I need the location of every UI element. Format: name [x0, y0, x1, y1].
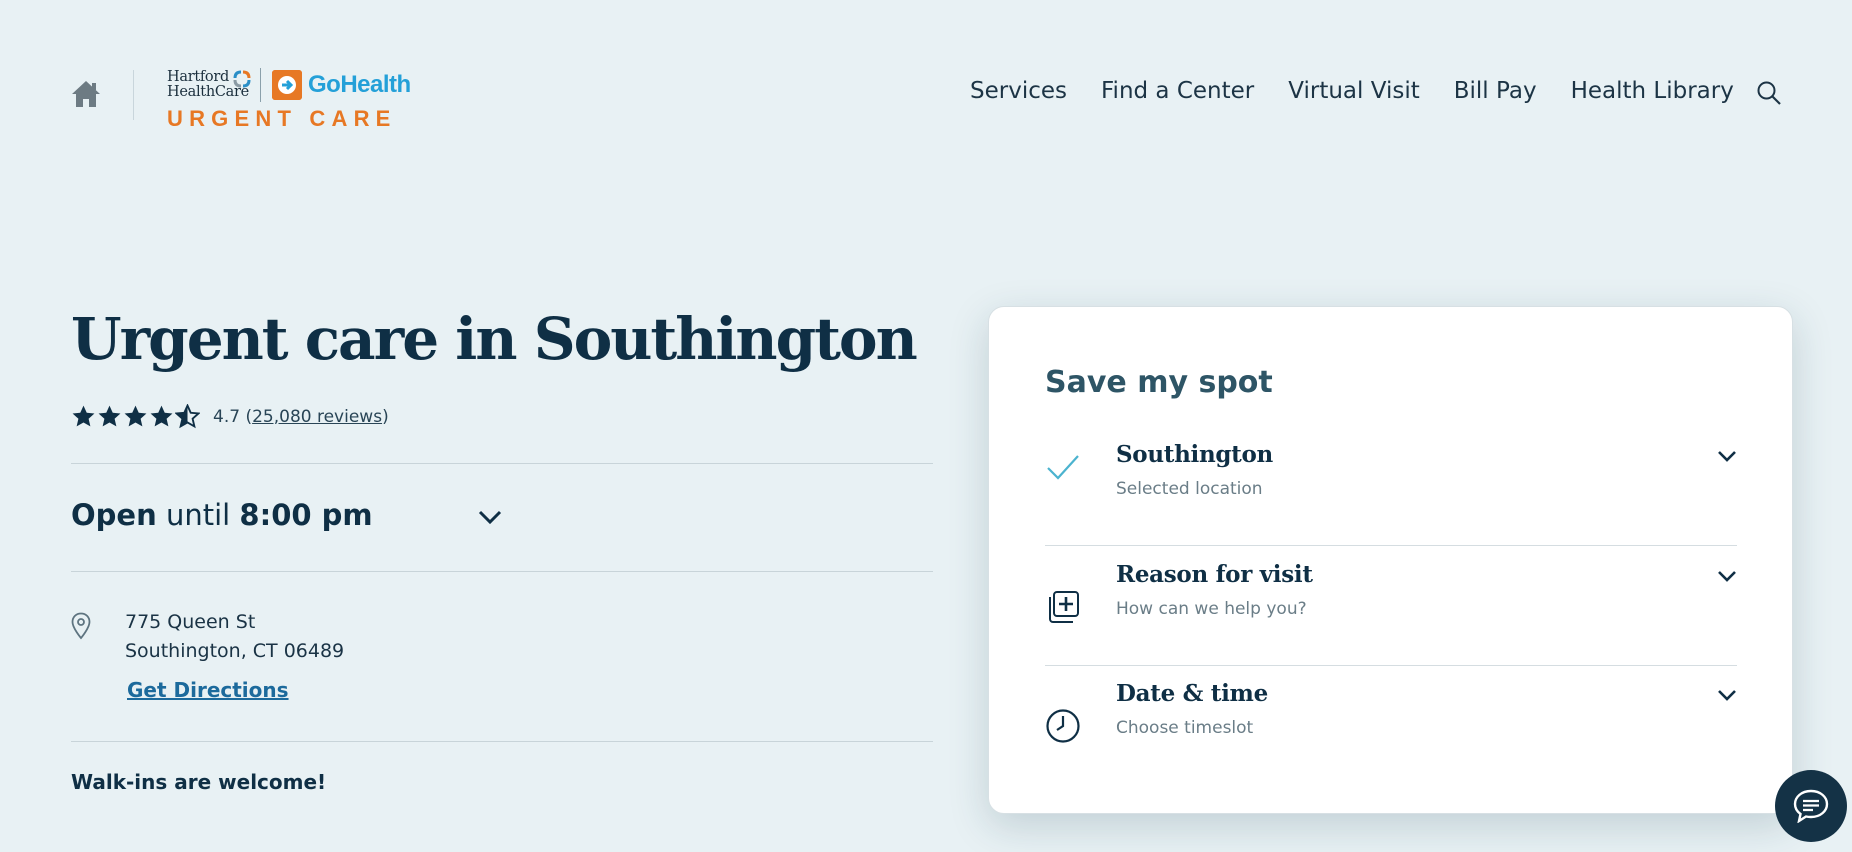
- divider: [71, 463, 933, 464]
- brand-logo[interactable]: Hartford HealthCare GoHealth URGENT CARE: [167, 66, 427, 131]
- divider: [71, 741, 933, 742]
- hours-connector: until: [165, 498, 231, 532]
- chevron-down-icon[interactable]: [477, 508, 503, 526]
- medical-cross-icon: [1049, 591, 1079, 623]
- get-directions-link[interactable]: Get Directions: [127, 678, 289, 702]
- clock-icon: [1046, 709, 1080, 743]
- home-icon[interactable]: [71, 80, 101, 108]
- chat-button[interactable]: [1775, 770, 1847, 842]
- step-location[interactable]: Southington Selected location: [1045, 427, 1737, 546]
- star-full-icon: [150, 405, 173, 427]
- address: 775 Queen St Southington, CT 06489: [125, 608, 344, 666]
- page: Hartford HealthCare GoHealth URGENT CARE…: [0, 0, 1852, 852]
- nav-virtual-visit[interactable]: Virtual Visit: [1288, 78, 1419, 104]
- site-header: Hartford HealthCare GoHealth URGENT CARE…: [0, 0, 1852, 190]
- step-title: Date & time: [1116, 680, 1268, 707]
- step-title: Southington: [1116, 441, 1273, 468]
- main-nav: Services Find a Center Virtual Visit Bil…: [970, 78, 1781, 105]
- page-title: Urgent care in Southington: [71, 305, 918, 373]
- header-divider: [133, 70, 134, 120]
- address-line1: 775 Queen St: [125, 611, 256, 633]
- search-icon[interactable]: [1756, 80, 1782, 106]
- step-title: Reason for visit: [1116, 561, 1313, 588]
- chevron-down-icon[interactable]: [1717, 569, 1737, 583]
- chevron-down-icon[interactable]: [1717, 449, 1737, 463]
- hartford-healthcare-mark-icon: [233, 70, 251, 88]
- paren-close: ): [382, 406, 389, 427]
- gohealth-badge-icon: [272, 70, 302, 100]
- nav-find-a-center[interactable]: Find a Center: [1101, 78, 1254, 104]
- paren-open: (: [240, 406, 253, 427]
- nav-bill-pay[interactable]: Bill Pay: [1454, 78, 1537, 104]
- step-datetime[interactable]: Date & time Choose timeslot: [1045, 666, 1737, 785]
- address-line2: Southington, CT 06489: [125, 640, 345, 662]
- step-subtitle: Choose timeslot: [1116, 718, 1254, 738]
- star-rating: [71, 404, 201, 429]
- hours-time: 8:00 pm: [239, 498, 373, 532]
- logo-separator: [260, 68, 261, 102]
- star-full-icon: [98, 405, 121, 427]
- walkins-note: Walk-ins are welcome!: [71, 770, 327, 794]
- check-icon: [1047, 455, 1079, 480]
- save-my-spot-card: Save my spot Southington Selected locati…: [988, 306, 1793, 814]
- hours-toggle[interactable]: Open until 8:00 pm: [71, 498, 511, 532]
- reviews-link[interactable]: 25,080 reviews: [252, 407, 382, 427]
- gohealth-wordmark: GoHealth: [308, 71, 411, 98]
- divider: [71, 571, 933, 572]
- card-title: Save my spot: [1045, 365, 1273, 400]
- rating-value: 4.7: [213, 406, 241, 427]
- urgent-care-wordmark: URGENT CARE: [167, 106, 397, 131]
- nav-services[interactable]: Services: [970, 78, 1067, 104]
- star-full-icon: [124, 405, 147, 427]
- step-subtitle: How can we help you?: [1116, 599, 1307, 619]
- star-half-icon: [175, 404, 200, 429]
- step-subtitle: Selected location: [1116, 479, 1263, 499]
- rating: 4.7 ( 25,080 reviews ): [71, 404, 389, 429]
- map-pin-icon: [71, 612, 91, 640]
- hours-text: Open until 8:00 pm: [71, 498, 373, 532]
- nav-health-library[interactable]: Health Library: [1571, 78, 1734, 104]
- star-full-icon: [72, 405, 95, 427]
- step-divider: [1045, 545, 1737, 546]
- step-reason[interactable]: Reason for visit How can we help you?: [1045, 547, 1737, 666]
- chat-icon: [1793, 789, 1829, 823]
- hours-status: Open: [71, 498, 157, 532]
- chevron-down-icon[interactable]: [1717, 688, 1737, 702]
